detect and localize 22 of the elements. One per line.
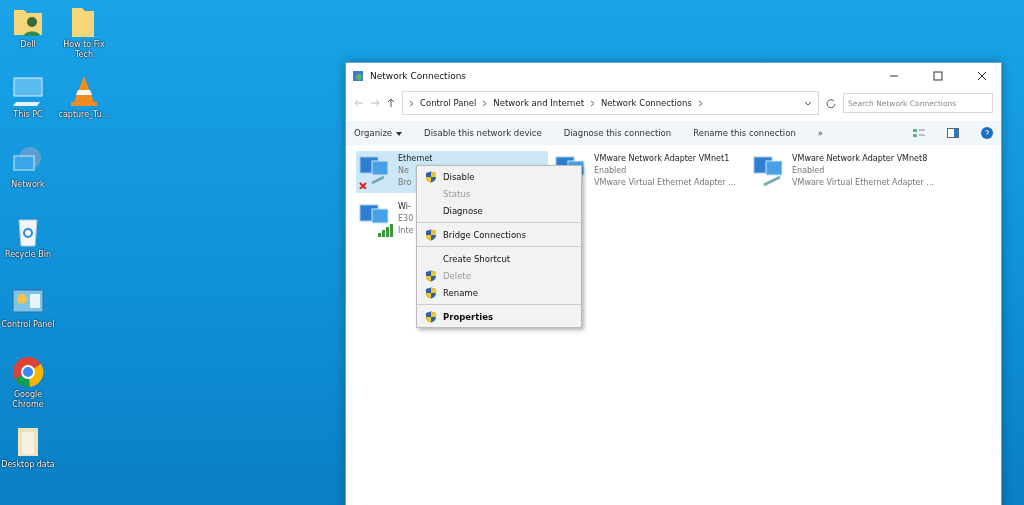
connection-status: E30	[398, 213, 414, 225]
shortcut-label: Network	[10, 180, 46, 190]
connection-name: Wi-	[398, 201, 411, 213]
adapter-name: Bro	[398, 177, 412, 189]
connection-name: Ethernet	[398, 153, 433, 165]
adapter-name: Inte	[398, 225, 414, 237]
shortcut-label: Recycle Bin	[3, 250, 53, 260]
connection-name: VMware Network Adapter VMnet8	[792, 153, 928, 165]
window-title: Network Connections	[370, 71, 468, 81]
shortcut-label: How to Fix Tech	[62, 40, 106, 60]
shortcut-label: capture_Tu...	[57, 110, 111, 120]
connection-status: Ne	[398, 165, 409, 177]
shortcut-label: Google Chrome	[11, 390, 45, 410]
connection-status: Enabled	[792, 165, 825, 177]
connection-name: VMware Network Adapter VMnet1	[594, 153, 730, 165]
connection-status: Enabled	[594, 165, 627, 177]
shortcut-label: Desktop data	[0, 460, 56, 470]
shortcut-label: Control Panel	[0, 320, 56, 330]
shortcut-label: This PC	[12, 110, 44, 120]
shortcut-label: Dell	[19, 40, 37, 50]
adapter-name: VMware Virtual Ethernet Adapter ...	[792, 177, 934, 189]
adapter-name: VMware Virtual Ethernet Adapter ...	[594, 177, 736, 189]
